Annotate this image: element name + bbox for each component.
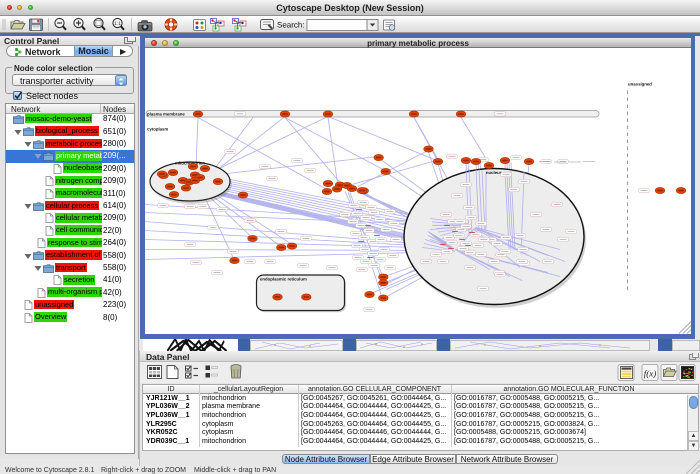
svg-text:cytoplasm: cytoplasm: [147, 127, 168, 132]
svg-text:endoplasmic reticulum: endoplasmic reticulum: [260, 277, 307, 282]
svg-text:unassigned: unassigned: [628, 82, 652, 87]
svg-text:nucleus: nucleus: [486, 170, 503, 175]
svg-text:f(x): f(x): [644, 369, 657, 379]
svg-text:1:1: 1:1: [114, 21, 121, 27]
svg-text:plasma membrane: plasma membrane: [147, 112, 185, 117]
svg-text:Search:: Search:: [277, 21, 305, 30]
